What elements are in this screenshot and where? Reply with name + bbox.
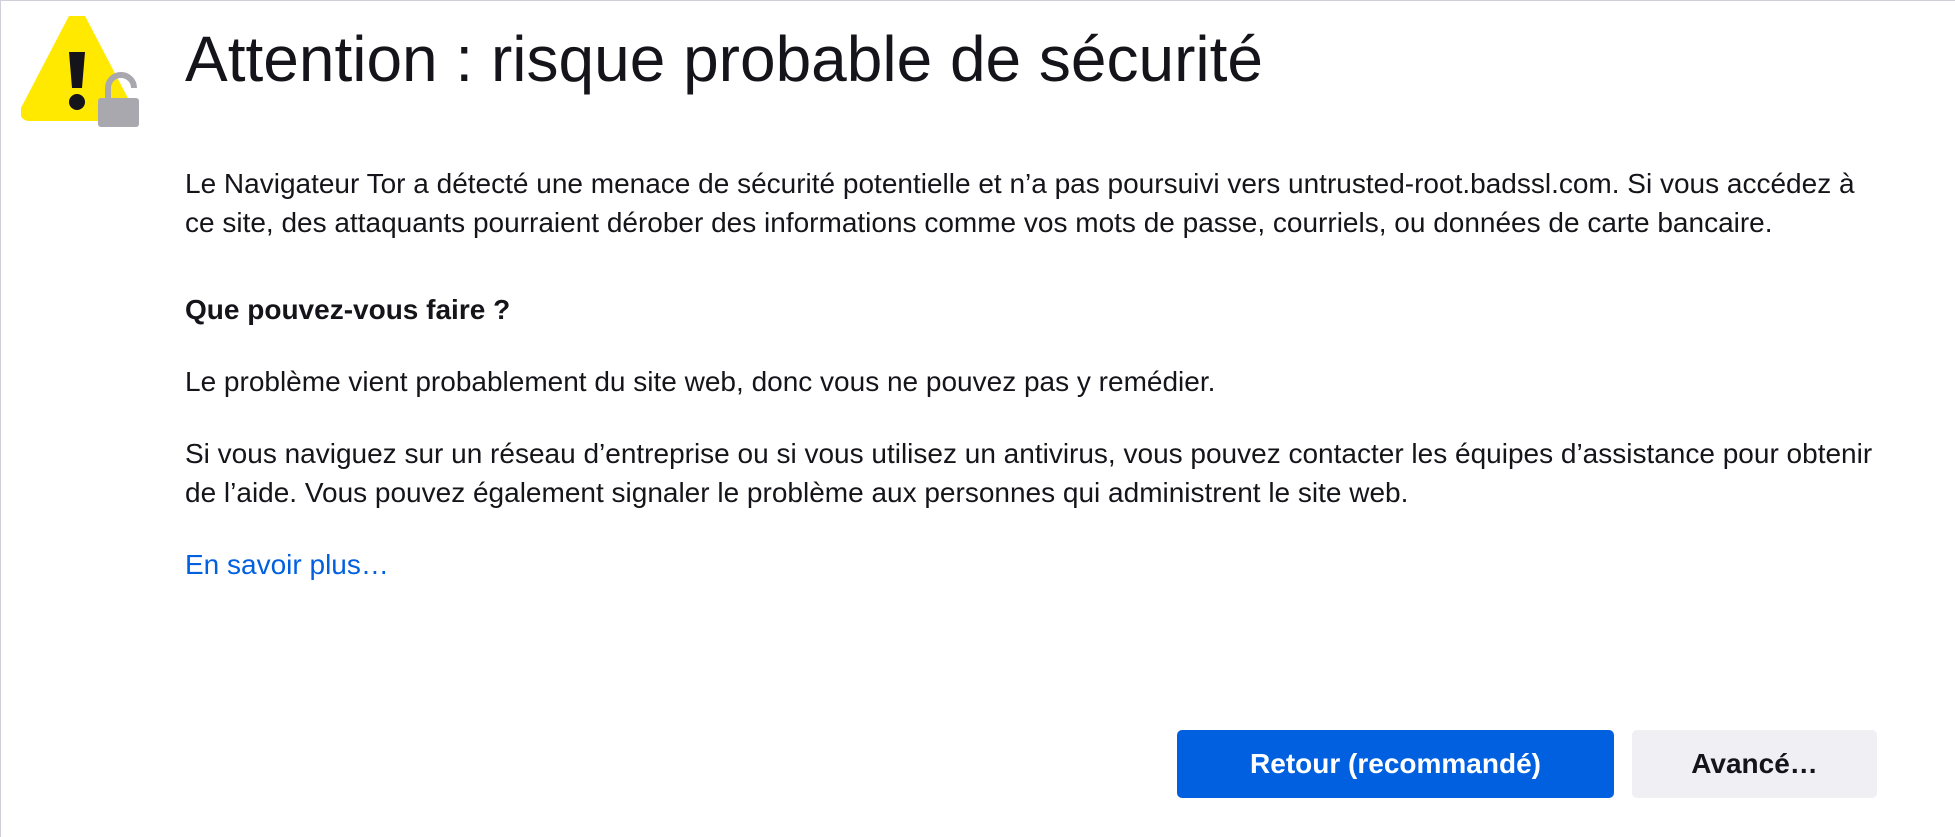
intro-text: Le Navigateur Tor a détecté une menace d… xyxy=(185,168,1855,238)
subheading: Que pouvez-vous faire ? xyxy=(185,294,511,325)
assistance-text: Si vous naviguez sur un réseau d’entrepr… xyxy=(185,438,1873,508)
advanced-button[interactable]: Avancé… xyxy=(1632,730,1877,798)
warning-icon xyxy=(21,16,139,127)
action-buttons: Retour (recommandé) Avancé… xyxy=(1177,730,1877,798)
learn-more-link[interactable]: En savoir plus… xyxy=(185,549,389,580)
warning-content: Le Navigateur Tor a détecté une menace d… xyxy=(185,164,1875,584)
page-title: Attention : risque probable de sécurité xyxy=(185,23,1263,95)
back-button[interactable]: Retour (recommandé) xyxy=(1177,730,1614,798)
security-warning-page: Attention : risque probable de sécurité … xyxy=(0,0,1955,837)
explanation-text: Le problème vient probablement du site w… xyxy=(185,366,1216,397)
